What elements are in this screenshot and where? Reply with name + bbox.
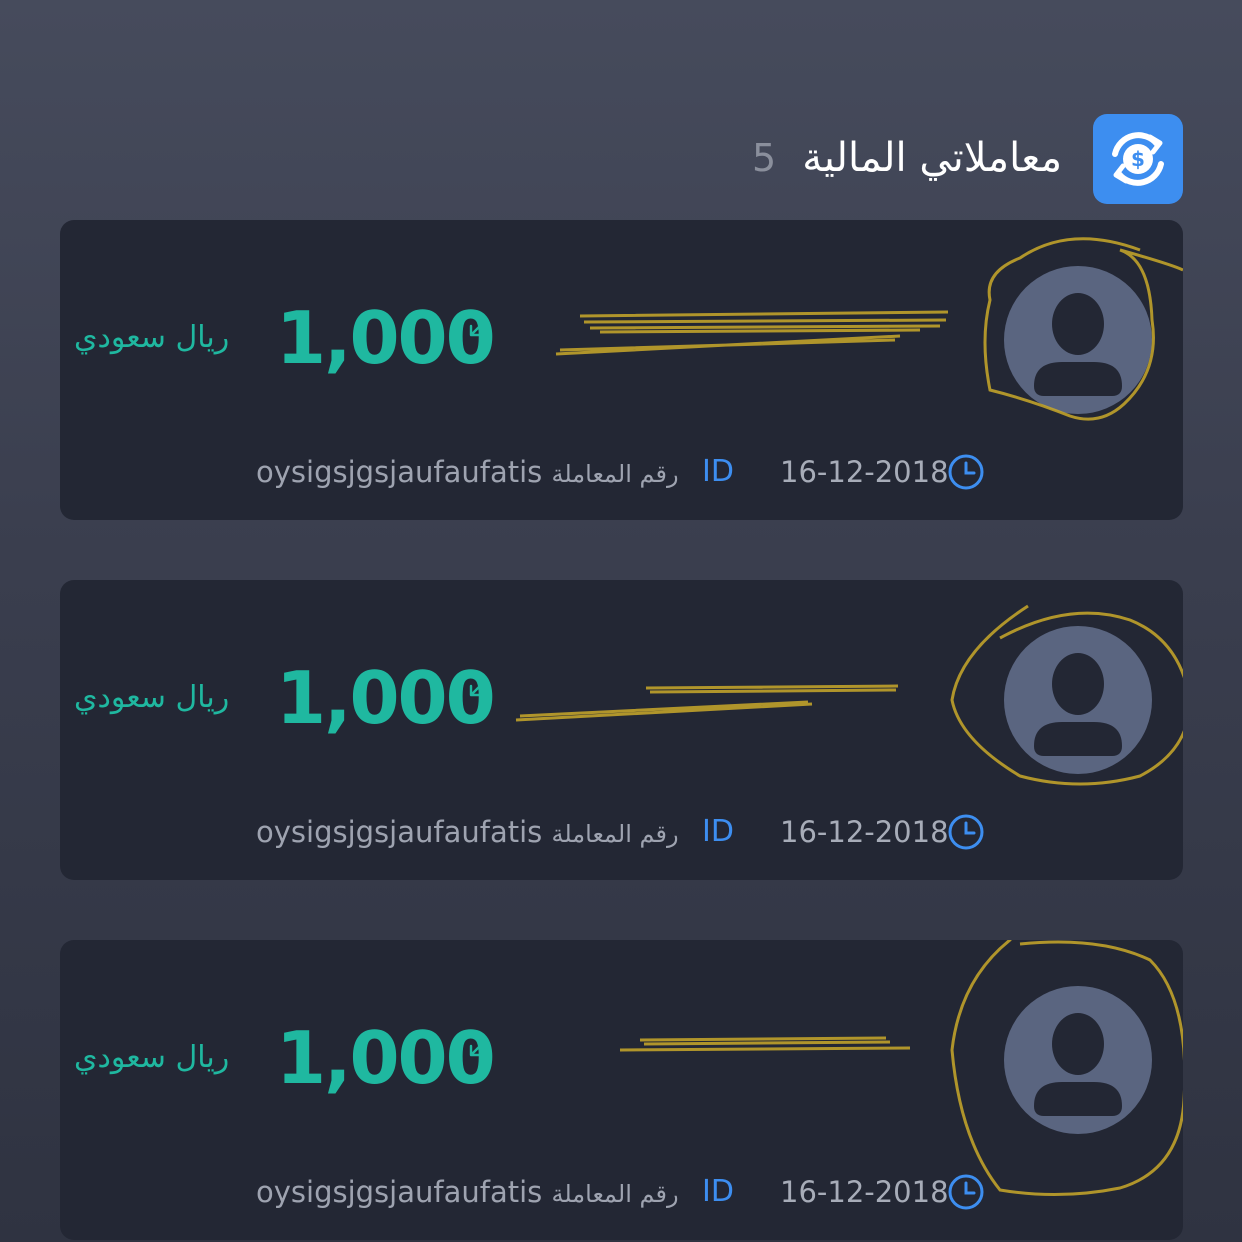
transaction-date: 16-12-2018: [780, 455, 949, 489]
arrow-incoming-icon: [469, 320, 486, 337]
transaction-id-row: oysigsjgsjaufaufatis رقم المعاملة: [256, 1172, 679, 1212]
id-tag: ID: [702, 814, 734, 849]
transaction-id-label: رقم المعاملة: [551, 820, 679, 848]
svg-text:$: $: [1131, 147, 1145, 171]
user-placeholder-icon[interactable]: [1004, 986, 1152, 1134]
transaction-id: oysigsjgsjaufaufatis: [256, 455, 543, 489]
transaction-id-label: رقم المعاملة: [551, 460, 679, 488]
currency-label: ريال سعودي: [74, 680, 230, 715]
amount-block: ريال سعودي 1,000: [74, 650, 496, 750]
user-placeholder-icon[interactable]: [1004, 266, 1152, 414]
amount-value: 1,000: [276, 296, 496, 380]
arrow-incoming-icon: [469, 680, 486, 697]
clock-icon: [948, 454, 984, 490]
clock-icon: [948, 814, 984, 850]
transaction-date: 16-12-2018: [780, 1175, 949, 1209]
transaction-card[interactable]: ريال سعودي 1,000 oysigsjgsjaufaufatis رق…: [60, 940, 1183, 1240]
id-tag: ID: [702, 1174, 734, 1209]
amount-value: 1,000: [276, 1016, 496, 1100]
clock-icon: [948, 1174, 984, 1210]
amount-block: ريال سعودي 1,000: [74, 1010, 496, 1110]
currency-exchange-icon[interactable]: $: [1093, 114, 1183, 204]
amount-block: ريال سعودي 1,000: [74, 290, 496, 390]
currency-label: ريال سعودي: [74, 1040, 230, 1075]
id-tag: ID: [702, 454, 734, 489]
transaction-id-row: oysigsjgsjaufaufatis رقم المعاملة: [256, 812, 679, 852]
transaction-date: 16-12-2018: [780, 815, 949, 849]
transaction-id: oysigsjgsjaufaufatis: [256, 1175, 543, 1209]
user-placeholder-icon[interactable]: [1004, 626, 1152, 774]
page-header: $ معاملاتي المالية 5: [0, 114, 1242, 204]
currency-label: ريال سعودي: [74, 320, 230, 355]
amount-value: 1,000: [276, 656, 496, 740]
transaction-count: 5: [752, 136, 777, 180]
transaction-card[interactable]: ريال سعودي 1,000 oysigsjgsjaufaufatis رق…: [60, 580, 1183, 880]
transaction-id-label: رقم المعاملة: [551, 1180, 679, 1208]
transaction-id: oysigsjgsjaufaufatis: [256, 815, 543, 849]
arrow-incoming-icon: [469, 1040, 486, 1057]
transaction-card[interactable]: ريال سعودي 1,000 oysigsjgsjaufaufatis رق…: [60, 220, 1183, 520]
page-title: معاملاتي المالية: [802, 135, 1062, 181]
transaction-id-row: oysigsjgsjaufaufatis رقم المعاملة: [256, 452, 679, 492]
